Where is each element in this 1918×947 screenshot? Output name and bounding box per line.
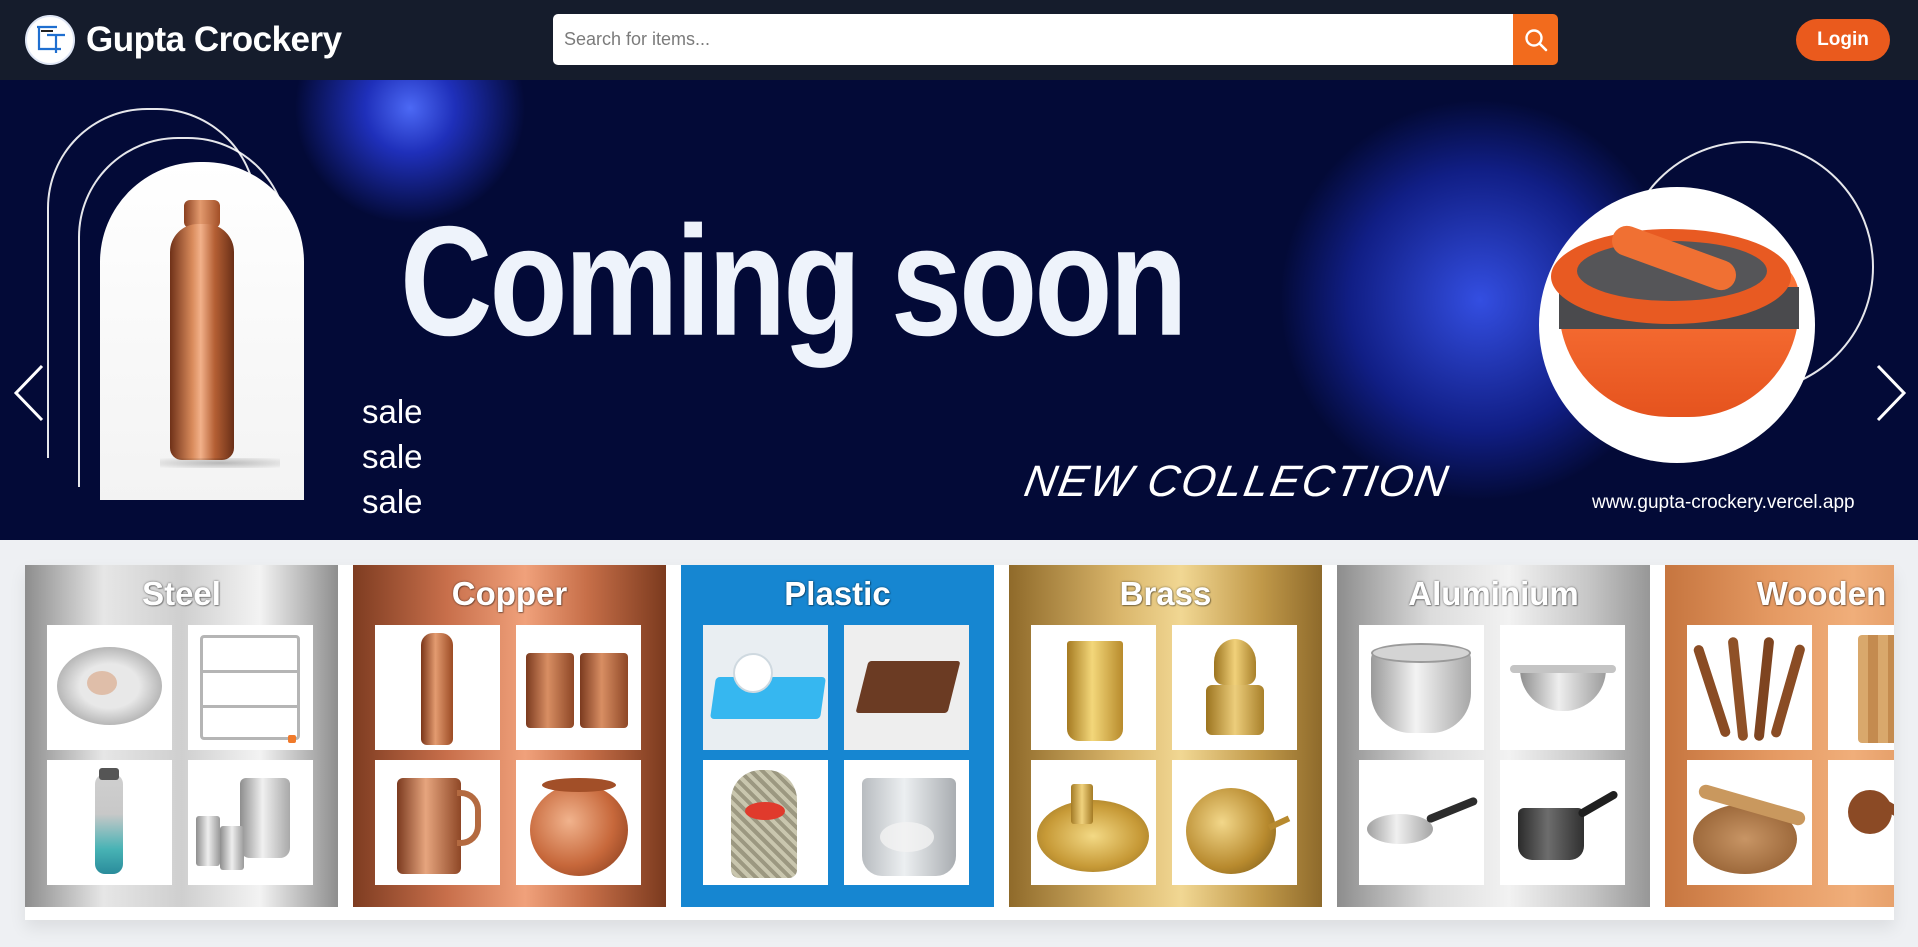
search-input[interactable] — [553, 14, 1514, 65]
copper-bottle-image — [100, 162, 304, 500]
brand-name[interactable]: Gupta Crockery — [86, 20, 342, 60]
brass-lamp-image — [1172, 625, 1297, 750]
casserole-image — [1539, 187, 1815, 463]
wooden-chopping-board-image — [1828, 625, 1894, 750]
search-icon — [1524, 28, 1547, 51]
wooden-spatulas-image — [1687, 625, 1812, 750]
carousel-next-arrow-icon[interactable] — [1874, 363, 1908, 423]
category-title: Wooden — [1756, 575, 1887, 612]
sale-text: sale — [362, 438, 423, 475]
copper-pot-image — [516, 760, 641, 885]
sale-text: sale — [362, 393, 423, 430]
wooden-chakla-belan-image — [1687, 760, 1812, 885]
brand-logo-icon[interactable] — [25, 15, 75, 65]
category-card-plastic[interactable]: Plastic — [681, 565, 994, 907]
wooden-ladle-image — [1828, 760, 1894, 885]
steel-plate-image — [47, 625, 172, 750]
brass-thali-image — [1031, 760, 1156, 885]
hero-carousel: Coming soon sale sale sale NEW COLLECTIO… — [0, 80, 1918, 540]
new-collection-text: NEW COLLECTION — [1020, 457, 1454, 506]
category-strip: Steel Copper Plastic Brass Aluminium Woo… — [25, 565, 1894, 920]
aluminium-patila-image — [1359, 625, 1484, 750]
hero-title: Coming soon — [400, 194, 1188, 369]
steel-bottle-image — [47, 760, 172, 885]
category-title: Brass — [1119, 575, 1212, 612]
copper-jug-image — [375, 760, 500, 885]
copper-bottle-image — [375, 625, 500, 750]
brass-kalash-image — [1172, 760, 1297, 885]
aluminium-saucepan-image — [1500, 760, 1625, 885]
plastic-dish-drainer-image — [703, 625, 828, 750]
top-navbar: Gupta Crockery Login — [0, 0, 1918, 80]
plastic-dustbin-image — [703, 760, 828, 885]
steel-jug-image — [188, 760, 313, 885]
aluminium-frying-pan-image — [1359, 760, 1484, 885]
category-title: Plastic — [784, 575, 891, 612]
category-card-copper[interactable]: Copper — [353, 565, 666, 907]
category-title: Steel — [142, 575, 221, 612]
category-card-brass[interactable]: Brass — [1009, 565, 1322, 907]
category-title: Copper — [451, 575, 568, 612]
aluminium-kadai-image — [1500, 625, 1625, 750]
category-card-wooden[interactable]: Wooden — [1665, 565, 1894, 907]
carousel-prev-arrow-icon[interactable] — [12, 363, 46, 423]
category-card-steel[interactable]: Steel — [25, 565, 338, 907]
login-button[interactable]: Login — [1796, 19, 1890, 61]
plastic-bucket-image — [844, 760, 969, 885]
sale-text: sale — [362, 483, 423, 520]
category-card-aluminium[interactable]: Aluminium — [1337, 565, 1650, 907]
steel-dish-rack-image — [188, 625, 313, 750]
copper-tumblers-image — [516, 625, 641, 750]
category-title: Aluminium — [1408, 575, 1579, 612]
search-button[interactable] — [1513, 14, 1558, 65]
plastic-basket-image — [844, 625, 969, 750]
site-url: www.gupta-crockery.vercel.app — [1592, 492, 1855, 513]
brass-tumbler-image — [1031, 625, 1156, 750]
